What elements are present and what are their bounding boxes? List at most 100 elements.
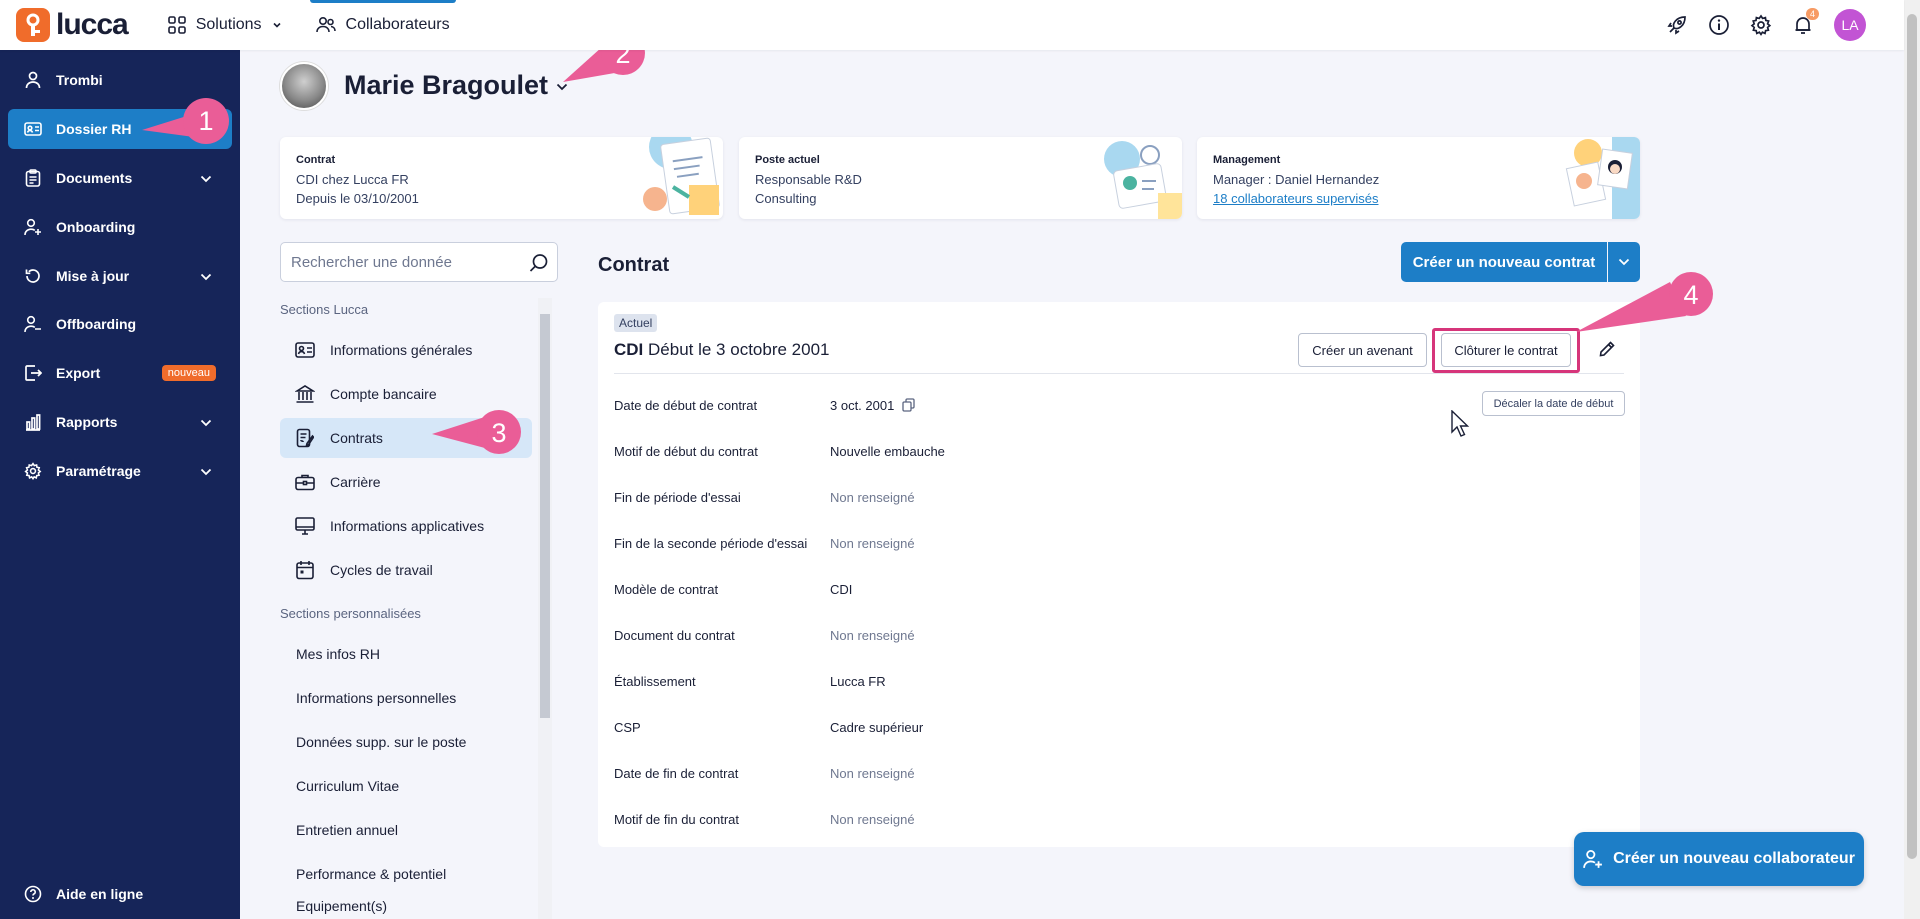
sidebar-item-onboarding[interactable]: Onboarding <box>8 207 232 247</box>
section-item-label: Informations générales <box>330 342 473 358</box>
sections-scrollbar-thumb[interactable] <box>540 314 550 718</box>
team-illustration <box>1565 137 1640 219</box>
user-avatar[interactable]: LA <box>1834 9 1866 41</box>
sidebar-item-label: Trombi <box>56 72 103 88</box>
sidebar-item-label: Paramétrage <box>56 463 141 479</box>
solutions-label: Solutions <box>195 16 262 33</box>
info-icon[interactable] <box>1708 14 1730 36</box>
collaborateurs-label: Collaborateurs <box>345 16 450 33</box>
bank-icon <box>294 383 316 405</box>
export-icon <box>24 364 42 382</box>
new-contract-button[interactable]: Créer un nouveau contrat <box>1401 242 1607 282</box>
collaborateurs-tab[interactable]: Collaborateurs <box>302 0 464 50</box>
copy-icon[interactable] <box>902 398 915 415</box>
section-item-informations-applicatives[interactable]: Informations applicatives <box>280 506 532 546</box>
notifications-bell[interactable]: 4 <box>1792 8 1819 36</box>
section-item-custom[interactable]: Performance & potentiel <box>280 854 532 894</box>
sidebar-item-offboarding[interactable]: Offboarding <box>8 304 232 344</box>
section-item-contrats[interactable]: Contrats <box>280 418 532 458</box>
search-input[interactable] <box>291 253 521 271</box>
sidebar-item-parametrage[interactable]: Paramétrage <box>8 451 232 491</box>
notification-badge: 4 <box>1805 8 1819 20</box>
sidebar-item-mise-a-jour[interactable]: Mise à jour <box>8 256 232 296</box>
person-plus-icon <box>1583 850 1602 868</box>
top-right-actions: 4 LA <box>1666 8 1866 41</box>
rocket-icon[interactable] <box>1666 14 1688 36</box>
gear-icon[interactable] <box>1750 14 1772 36</box>
help-label: Aide en ligne <box>56 886 144 902</box>
section-item-label: Contrats <box>330 430 383 446</box>
edit-pencil-icon[interactable] <box>1598 340 1616 363</box>
section-item-custom[interactable]: Informations personnelles <box>280 678 532 718</box>
section-item-cycles-de-travail[interactable]: Cycles de travail <box>280 550 532 590</box>
briefcase-icon <box>294 471 316 493</box>
section-item-carriere[interactable]: Carrière <box>280 462 532 502</box>
supervised-link[interactable]: 18 collaborateurs supervisés <box>1213 191 1378 206</box>
section-item-label: Cycles de travail <box>330 562 433 578</box>
contract-start-text: Début le 3 octobre 2001 <box>648 340 830 359</box>
sidebar-item-dossier-rh[interactable]: Dossier RH <box>8 109 232 149</box>
section-item-label: Carrière <box>330 474 381 490</box>
gear-icon <box>24 462 42 480</box>
clipboard-icon <box>24 169 42 187</box>
field-label: Date de fin de contrat <box>614 766 739 781</box>
page-scrollbar[interactable] <box>1904 0 1920 919</box>
sidebar-item-label: Rapports <box>56 414 118 430</box>
field-value: Lucca FR <box>830 674 886 689</box>
create-employee-button[interactable]: Créer un nouveau collaborateur <box>1574 832 1864 886</box>
section-item-custom[interactable]: Données supp. sur le poste <box>280 722 532 762</box>
field-value: Non renseigné <box>830 490 915 505</box>
mouse-cursor-icon <box>1451 410 1470 437</box>
search-icon[interactable] <box>529 253 549 277</box>
shift-start-date-button[interactable]: Décaler la date de début <box>1482 391 1625 416</box>
people-icon <box>315 16 336 33</box>
card-management[interactable]: Management Manager : Daniel Hernandez 18… <box>1197 137 1640 219</box>
chevron-down-icon <box>200 170 212 186</box>
new-badge: nouveau <box>161 365 216 381</box>
create-employee-label: Créer un nouveau collaborateur <box>1613 850 1855 867</box>
section-item-custom[interactable]: Entretien annuel <box>280 810 532 850</box>
section-item-label: Informations applicatives <box>330 518 485 534</box>
sidebar-item-trombi[interactable]: Trombi <box>8 60 232 100</box>
search-box[interactable] <box>280 242 558 282</box>
badge-illustration <box>1104 141 1182 219</box>
help-link[interactable]: Aide en ligne <box>8 874 232 914</box>
card-poste[interactable]: Poste actuel Responsable R&D Consulting <box>739 137 1182 219</box>
create-amendment-button[interactable]: Créer un avenant <box>1298 333 1427 367</box>
lucca-logo[interactable]: lucca <box>16 8 129 42</box>
section-item-custom[interactable]: Equipement(s) <box>280 898 532 919</box>
card-contrat[interactable]: Contrat CDI chez Lucca FR Depuis le 03/1… <box>280 137 723 219</box>
solutions-menu[interactable]: Solutions <box>154 0 296 50</box>
status-badge: Actuel <box>614 314 658 332</box>
sidebar-item-label: Mise à jour <box>56 268 130 284</box>
section-item-compte-bancaire[interactable]: Compte bancaire <box>280 374 532 414</box>
field-value-text: 3 oct. 2001 <box>830 398 895 413</box>
lucca-logo-icon <box>16 8 50 42</box>
sidebar-item-documents[interactable]: Documents <box>8 158 232 198</box>
section-item-label: Compte bancaire <box>330 386 437 402</box>
sidebar-item-export[interactable]: Export nouveau <box>8 353 232 393</box>
field-label: Date de début de contrat <box>614 398 758 413</box>
field-label: Fin de période d'essai <box>614 490 741 505</box>
field-label: Fin de la seconde période d'essai <box>614 536 808 551</box>
field-label: Modèle de contrat <box>614 582 719 597</box>
person-avatar <box>280 62 328 110</box>
section-title-custom: Sections personnalisées <box>280 606 421 621</box>
top-nav: Solutions Collaborateurs <box>154 0 464 50</box>
monitor-icon <box>294 515 316 537</box>
divider <box>614 373 1624 374</box>
new-contract-dropdown[interactable] <box>1608 242 1640 282</box>
section-item-custom[interactable]: Curriculum Vitae <box>280 766 532 806</box>
chevron-down-icon[interactable] <box>556 78 568 96</box>
contract-section-title: Contrat <box>598 254 670 276</box>
section-item-custom[interactable]: Mes infos RH <box>280 634 532 674</box>
id-card-icon <box>24 120 42 138</box>
sidebar-item-rapports[interactable]: Rapports <box>8 402 232 442</box>
chevron-down-icon <box>200 268 212 284</box>
contract-heading: CDI Début le 3 octobre 2001 <box>614 340 829 360</box>
section-item-informations-generales[interactable]: Informations générales <box>280 330 532 370</box>
logo-text: lucca <box>56 8 129 41</box>
id-card-icon <box>294 339 316 361</box>
person-name: Marie Bragoulet <box>344 70 549 100</box>
page-scrollbar-thumb[interactable] <box>1907 14 1917 859</box>
